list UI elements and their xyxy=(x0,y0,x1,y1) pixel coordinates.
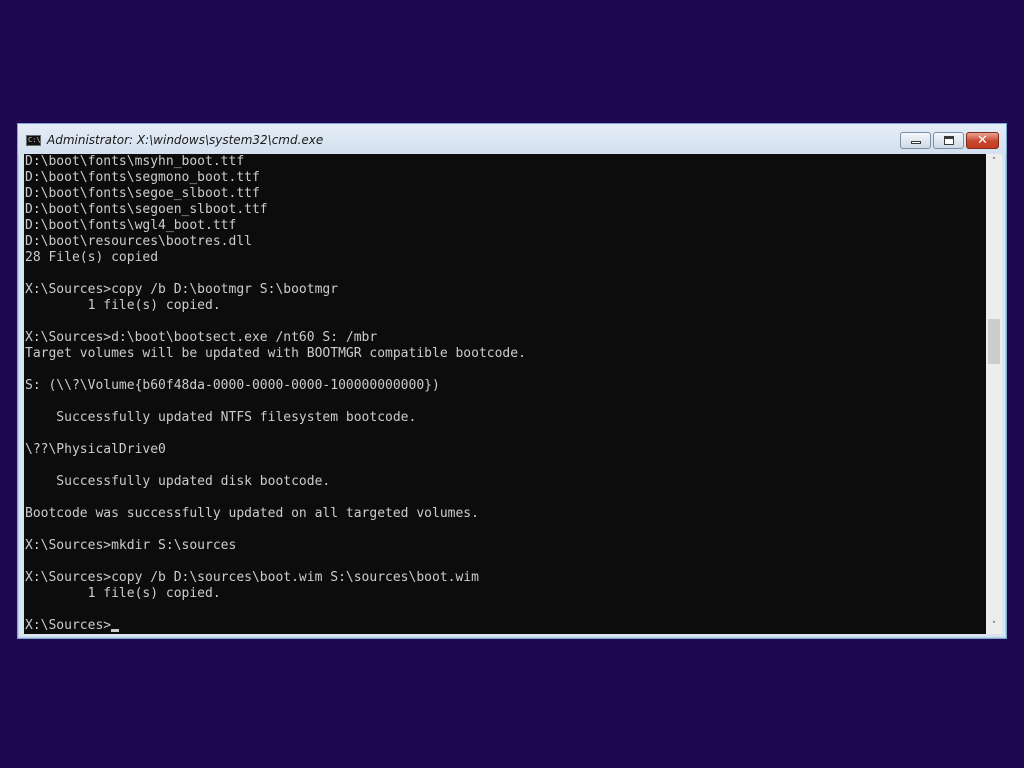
text-cursor xyxy=(111,629,120,632)
console-prompt: X:\Sources> xyxy=(25,618,112,633)
console-line: D:\boot\fonts\msyhn_boot.ttf xyxy=(25,154,245,169)
console-prompt-line[interactable]: X:\Sources> xyxy=(25,618,526,634)
console-line: \??\PhysicalDrive0 xyxy=(25,442,166,457)
minimize-button[interactable] xyxy=(900,132,931,149)
console-line: Target volumes will be updated with BOOT… xyxy=(25,346,526,361)
console-line: X:\Sources>copy /b D:\sources\boot.wim S… xyxy=(25,570,479,585)
close-icon: ✕ xyxy=(977,133,988,148)
console-line: S: (\\?\Volume{b60f48da-0000-0000-0000-1… xyxy=(25,378,440,393)
console-line: D:\boot\fonts\segmono_boot.ttf xyxy=(25,170,260,185)
scroll-thumb[interactable] xyxy=(988,319,1000,365)
console-line: X:\Sources>copy /b D:\bootmgr S:\bootmgr xyxy=(25,282,339,297)
maximize-button[interactable] xyxy=(933,132,964,149)
console-line: 1 file(s) copied. xyxy=(25,586,221,601)
scroll-up-arrow-icon[interactable]: ˄ xyxy=(986,154,1002,170)
console-line: D:\boot\resources\bootres.dll xyxy=(25,234,252,249)
vertical-scrollbar[interactable]: ˄ ˅ xyxy=(986,154,1002,634)
console-line: X:\Sources>mkdir S:\sources xyxy=(25,538,237,553)
title-bar[interactable]: C:\ Administrator: X:\windows\system32\c… xyxy=(18,124,1006,154)
console-line: D:\boot\fonts\wgl4_boot.ttf xyxy=(25,218,237,233)
console-output[interactable]: D:\boot\fonts\msyhn_boot.ttf D:\boot\font… xyxy=(24,154,986,634)
close-button[interactable]: ✕ xyxy=(966,132,999,149)
console-line: Successfully updated disk bootcode. xyxy=(25,474,331,489)
console-line: 1 file(s) copied. xyxy=(25,298,221,313)
console-line: Bootcode was successfully updated on all… xyxy=(25,506,479,521)
window-title: Administrator: X:\windows\system32\cmd.e… xyxy=(47,133,324,147)
console-lines: D:\boot\fonts\msyhn_boot.ttf D:\boot\font… xyxy=(25,154,526,634)
cmd-window[interactable]: C:\ Administrator: X:\windows\system32\c… xyxy=(17,123,1007,639)
cmd-icon-label: C:\ xyxy=(28,136,41,144)
console-line: Successfully updated NTFS filesystem boo… xyxy=(25,410,417,425)
console-line: D:\boot\fonts\segoe_slboot.ttf xyxy=(25,186,260,201)
maximize-icon xyxy=(944,136,954,145)
cmd-console-icon[interactable]: C:\ xyxy=(26,135,41,146)
scroll-down-arrow-icon[interactable]: ˅ xyxy=(986,618,1002,634)
minimize-icon xyxy=(911,141,921,144)
console-line: D:\boot\fonts\segoen_slboot.ttf xyxy=(25,202,268,217)
console-line: 28 File(s) copied xyxy=(25,250,159,265)
console-line: X:\Sources>d:\boot\bootsect.exe /nt60 S:… xyxy=(25,330,378,345)
